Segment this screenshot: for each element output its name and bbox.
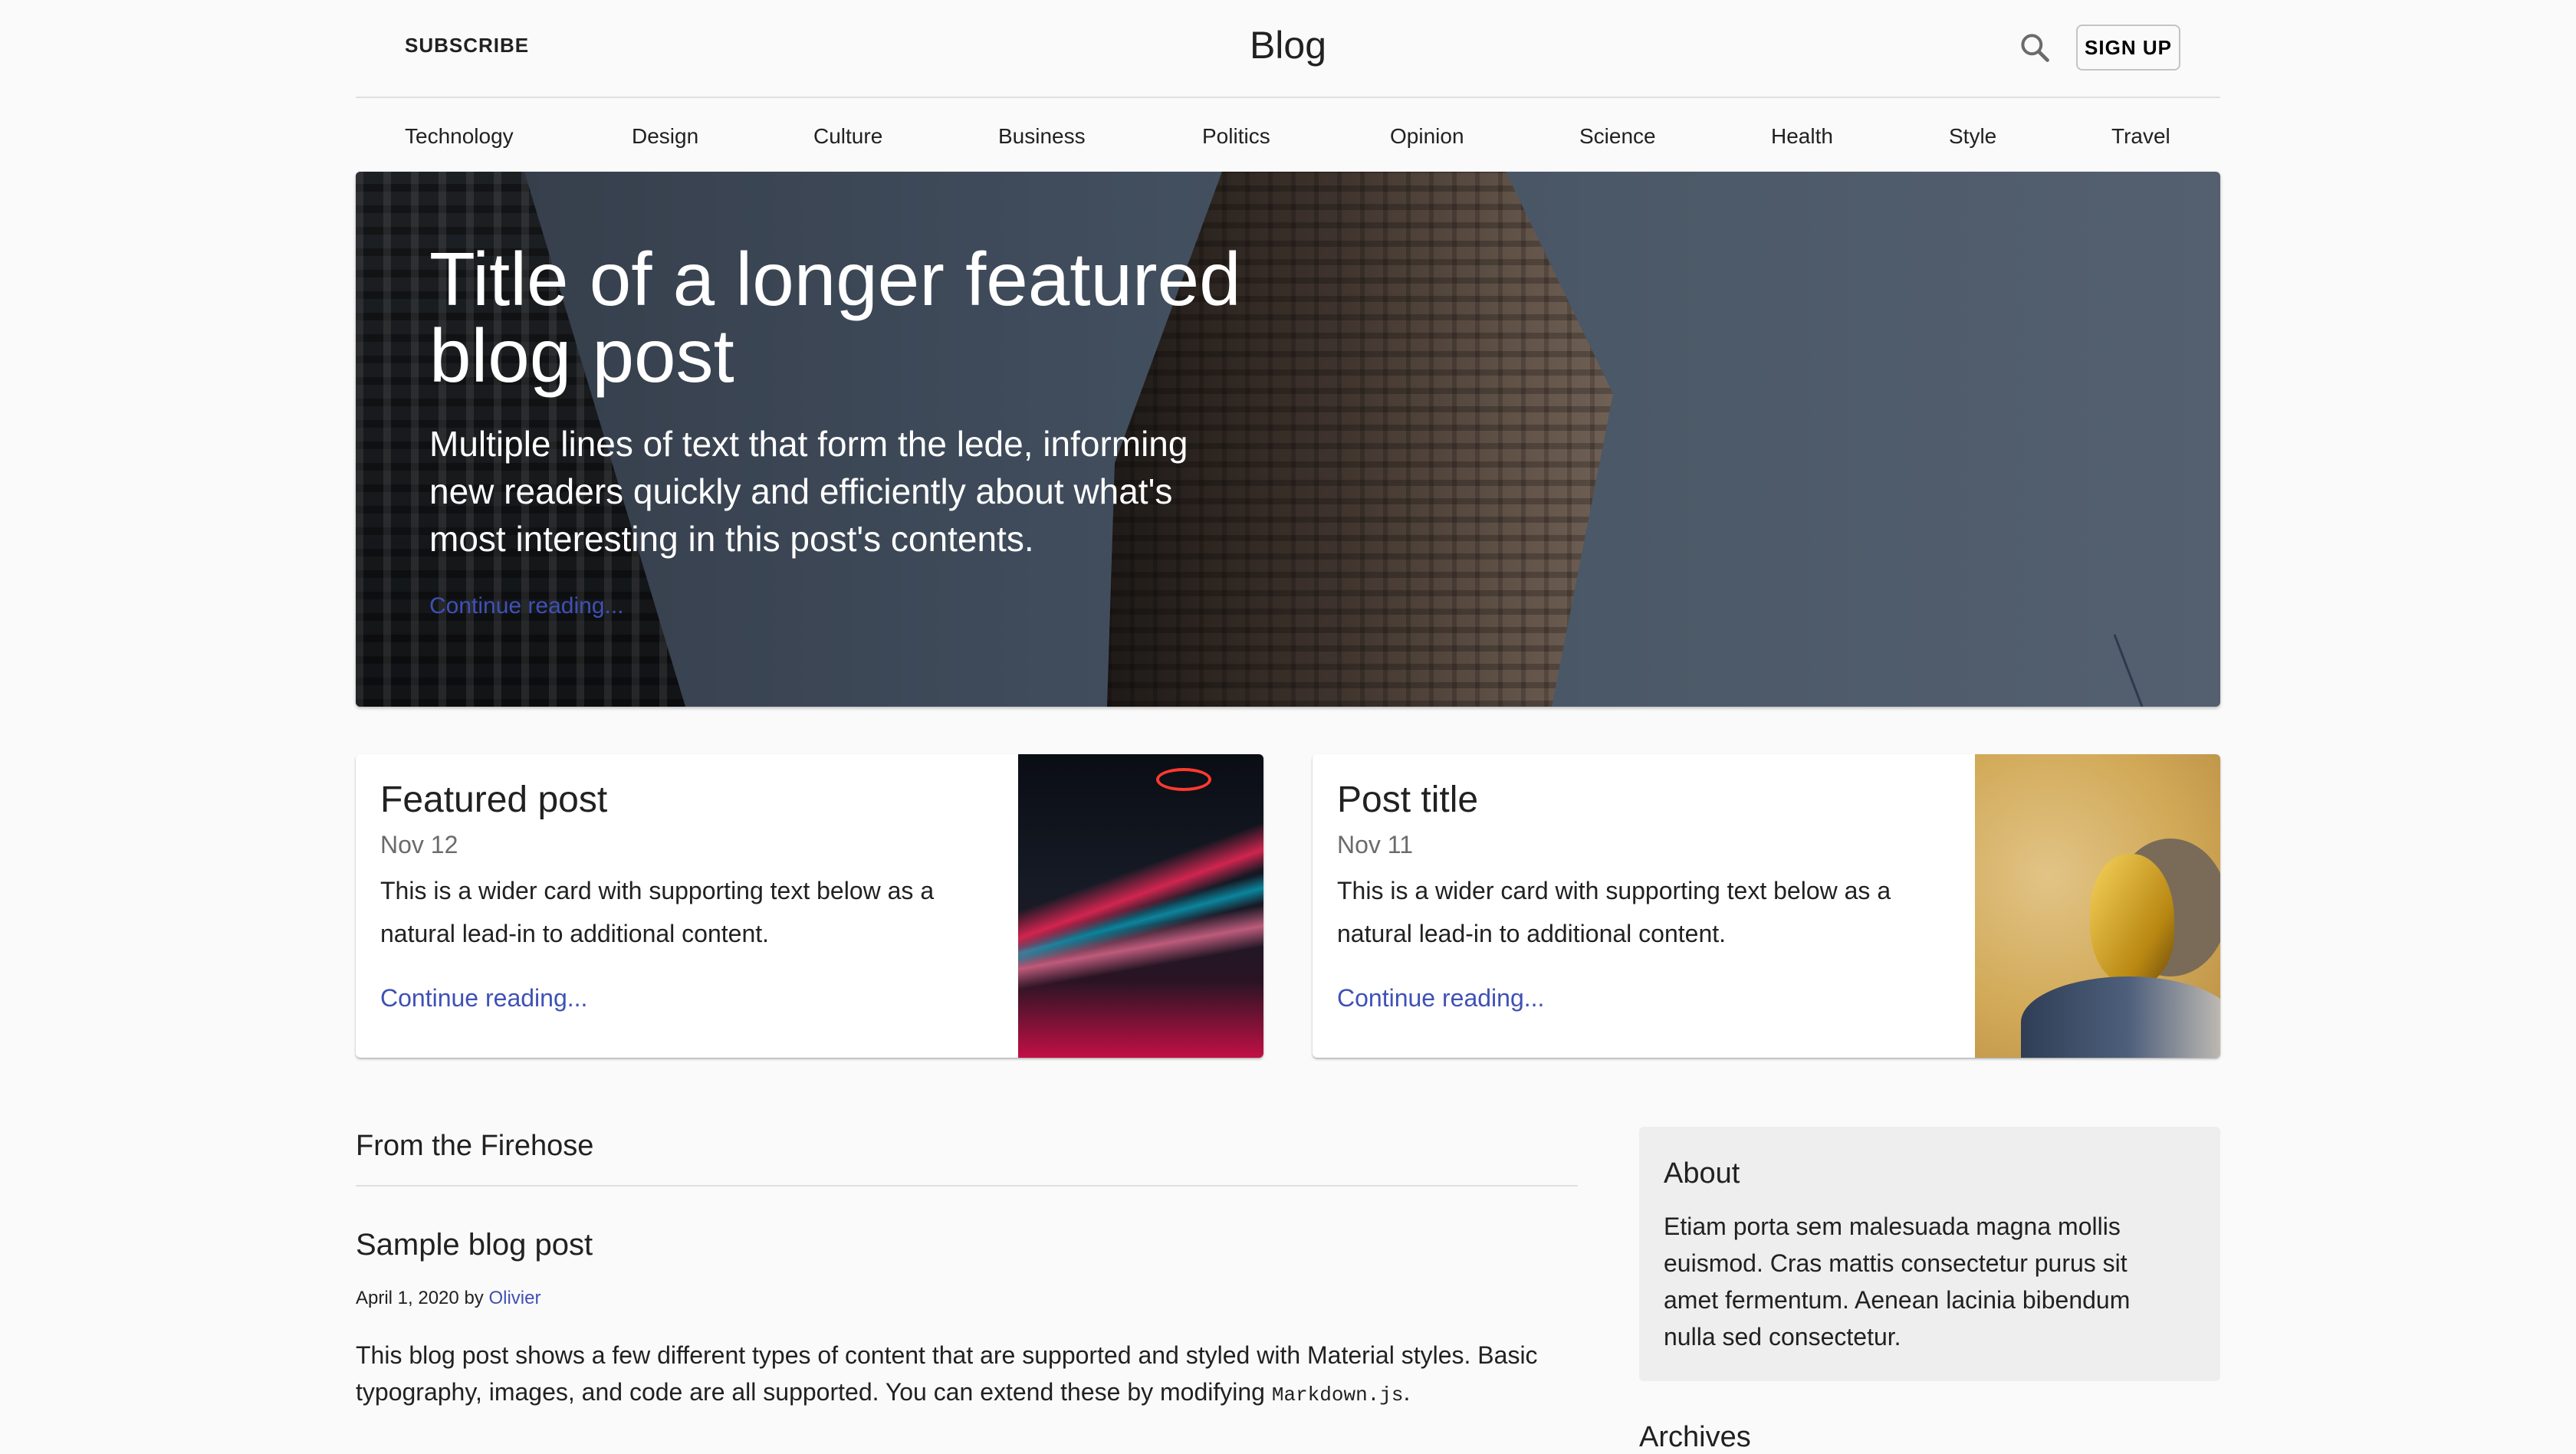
featured-post-card[interactable]: Featured post Nov 12 This is a wider car… [356,754,1263,1058]
site-title: Blog [1249,24,1327,67]
nav-item-politics[interactable]: Politics [1202,124,1270,149]
neon-ring-decoration [1156,768,1211,791]
post-title[interactable]: Sample blog post [356,1228,593,1262]
card-date: Nov 12 [380,831,458,858]
post-meta: April 1, 2020 by Olivier [356,1288,540,1309]
mask-face-shape [2090,854,2174,984]
page-container: SUBSCRIBE Blog SIGN UP Technology Design… [356,0,2220,1453]
archives-title: Archives [1639,1421,1751,1453]
about-text: Etiam porta sem malesuada magna mollis e… [1664,1213,2131,1351]
site-header: SUBSCRIBE Blog SIGN UP [356,0,2220,98]
about-panel: About Etiam porta sem malesuada magna mo… [1639,1127,2220,1381]
hero-title: Title of a longer featured blog post [429,237,1241,398]
divider [356,1185,1578,1187]
search-icon[interactable] [2018,31,2052,64]
nav-item-opinion[interactable]: Opinion [1390,124,1464,149]
post-author-link[interactable]: Olivier [488,1288,540,1308]
post-date: April 1, 2020 [356,1288,459,1308]
card-continue-reading-link[interactable]: Continue reading... [380,984,587,1013]
post-body-suffix: . [1403,1378,1411,1406]
card-text: This is a wider card with supporting tex… [380,877,935,947]
card-image-night-traffic [1018,754,1263,1058]
card-continue-reading-link[interactable]: Continue reading... [1337,984,1544,1013]
post-body-code: Markdown.js [1271,1383,1404,1406]
nav-item-health[interactable]: Health [1771,124,1833,149]
firehose-heading: From the Firehose [356,1130,594,1162]
hero-pole-decoration [2113,634,2144,707]
post-by-label: by [464,1288,484,1308]
nav-item-science[interactable]: Science [1579,124,1656,149]
card-title: Featured post [380,780,608,820]
sign-up-button[interactable]: SIGN UP [2076,25,2180,71]
nav-item-culture[interactable]: Culture [813,124,882,149]
hero-continue-reading-link[interactable]: Continue reading... [429,593,624,619]
nav-item-business[interactable]: Business [998,124,1086,149]
featured-hero: Title of a longer featured blog post Mul… [356,172,2220,707]
nav-item-technology[interactable]: Technology [405,124,514,149]
section-nav: Technology Design Culture Business Polit… [356,98,2220,172]
card-date: Nov 11 [1337,831,1414,858]
nav-item-style[interactable]: Style [1949,124,1996,149]
card-text: This is a wider card with supporting tex… [1337,877,1891,947]
card-image-gold-mask [1975,754,2220,1058]
post-body: This blog post shows a few different typ… [356,1337,1582,1413]
nav-item-travel[interactable]: Travel [2111,124,2170,149]
post-title-card[interactable]: Post title Nov 11 This is a wider card w… [1313,754,2220,1058]
card-title: Post title [1337,780,1479,820]
about-title: About [1664,1157,1740,1190]
nav-item-design[interactable]: Design [632,124,698,149]
hero-lede: Multiple lines of text that form the led… [429,424,1188,559]
mask-body-shape [2021,976,2220,1058]
